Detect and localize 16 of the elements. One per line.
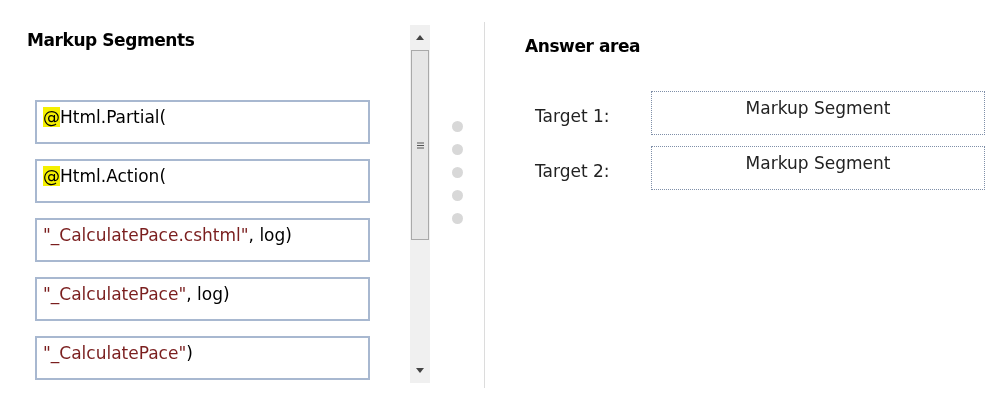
markup-segment[interactable]: "_CalculatePace") <box>35 335 370 380</box>
markup-segment[interactable]: @Html.Partial( <box>35 99 370 144</box>
scroll-down-icon[interactable] <box>416 368 424 373</box>
scrollbar[interactable] <box>410 25 430 383</box>
target-label: Target 2: <box>535 159 611 183</box>
panel-title: Markup Segments <box>27 29 196 52</box>
drop-target[interactable]: Markup Segment <box>651 145 985 190</box>
grip-icon <box>416 141 424 149</box>
drop-target[interactable]: Markup Segment <box>651 90 985 135</box>
markup-segment[interactable]: "_CalculatePace.cshtml", log) <box>35 217 370 262</box>
markup-segment[interactable]: @Html.Action( <box>35 158 370 203</box>
panel-title: Answer area <box>525 35 642 58</box>
target-label: Target 1: <box>535 104 611 128</box>
scroll-thumb[interactable] <box>411 50 429 240</box>
scroll-up-icon[interactable] <box>416 35 424 40</box>
markup-segment[interactable]: "_CalculatePace", log) <box>35 276 370 321</box>
